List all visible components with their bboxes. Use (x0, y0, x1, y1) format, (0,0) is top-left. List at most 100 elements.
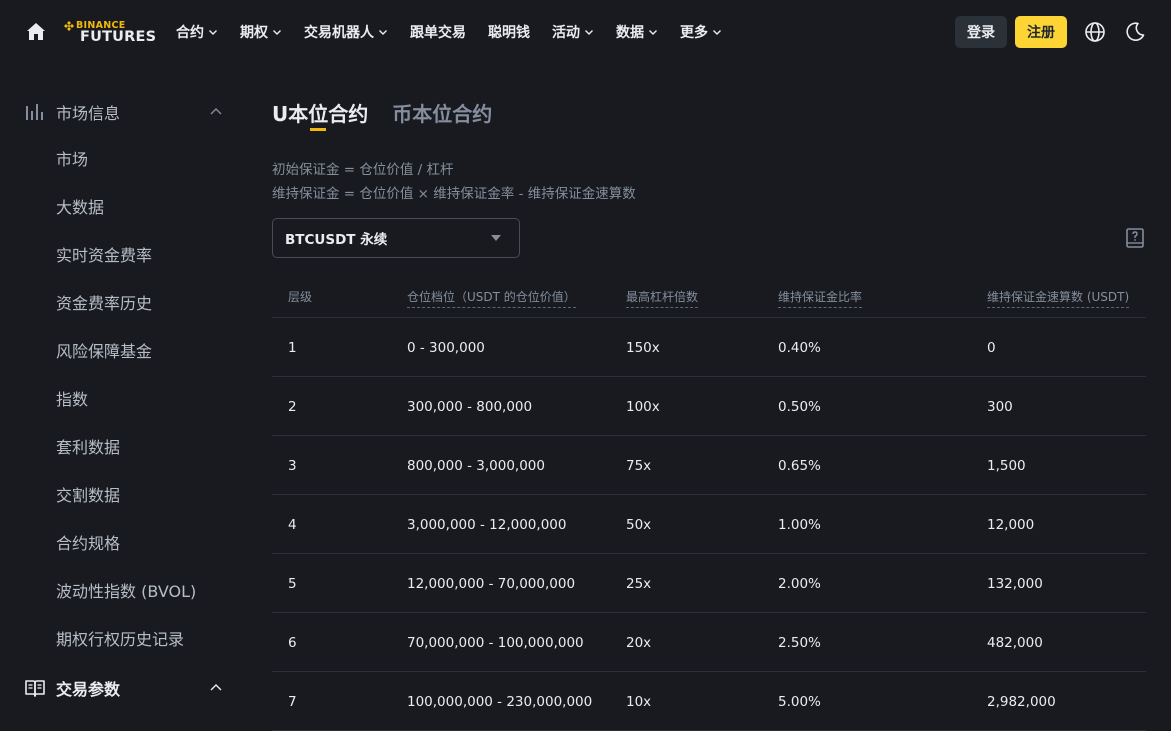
cell-position-bracket: 800,000 - 3,000,000 (407, 458, 545, 474)
book-icon (25, 680, 45, 697)
table-header: 层级 仓位档位（USDT 的仓位价值） 最高杠杆倍数 维持保证金比率 维持保证金… (272, 276, 1146, 318)
cell-tier: 4 (288, 517, 297, 533)
nav-item-data[interactable]: 数据 (616, 22, 658, 42)
nav-label: 合约 (176, 25, 204, 41)
nav-label: 交易机器人 (304, 25, 374, 41)
sidebar-item-index[interactable]: 指数 (56, 376, 88, 424)
tab-coin-margined[interactable]: 币本位合约 (392, 98, 492, 132)
nav-item-trading-bots[interactable]: 交易机器人 (304, 22, 388, 42)
cell-tier: 6 (288, 635, 297, 651)
nav-label: 跟单交易 (410, 25, 466, 41)
table-body: 1 0 - 300,000 150x 0.40% 0 2 300,000 - 800,000… (272, 318, 1146, 731)
cell-position-bracket: 0 - 300,000 (407, 340, 485, 356)
col-header-position-bracket[interactable]: 仓位档位（USDT 的仓位价值） (407, 288, 576, 308)
cell-position-bracket: 300,000 - 800,000 (407, 399, 533, 415)
initial-margin-formula: 初始保证金 = 仓位价值 / 杠杆 (272, 162, 454, 178)
sidebar-item-contract-specs[interactable]: 合约规格 (56, 520, 120, 568)
nav-item-more[interactable]: 更多 (680, 22, 722, 42)
cell-maint-margin-rate: 1.00% (778, 517, 821, 533)
nav-label: 期权 (240, 25, 268, 41)
sidebar-item-bvol[interactable]: 波动性指数 (BVOL) (56, 568, 196, 616)
cell-tier: 1 (288, 340, 297, 356)
top-header: BINANCE FUTURES 合约 期权 交易机器人 跟单交易 聪明钱 活动 … (0, 0, 1171, 64)
cell-position-bracket: 100,000,000 - 230,000,000 (407, 694, 593, 710)
cell-position-bracket: 12,000,000 - 70,000,000 (407, 576, 576, 592)
nav-item-copy-trading[interactable]: 跟单交易 (410, 22, 466, 42)
sidebar-item-insurance-fund[interactable]: 风险保障基金 (56, 328, 152, 376)
cell-max-leverage: 10x (626, 694, 652, 710)
sidebar-item-realtime-funding-rate[interactable]: 实时资金费率 (56, 232, 152, 280)
tab-usdt-margined[interactable]: U本位合约 (272, 98, 368, 132)
maintenance-margin-formula: 维持保证金 = 仓位价值 × 维持保证金率 - 维持保证金速算数 (272, 186, 636, 202)
chevron-down-icon (273, 30, 281, 35)
cell-maint-margin-rate: 2.00% (778, 576, 821, 592)
home-icon[interactable] (26, 22, 46, 42)
cell-maint-amount: 132,000 (987, 576, 1043, 592)
table-row: 2 300,000 - 800,000 100x 0.50% 300 (272, 377, 1146, 436)
table-row: 5 12,000,000 - 70,000,000 25x 2.00% 132,000 (272, 554, 1146, 613)
cell-maint-amount: 1,500 (987, 458, 1026, 474)
chevron-down-icon (649, 30, 657, 35)
sidebar-item-delivery-data[interactable]: 交割数据 (56, 472, 120, 520)
nav-item-options[interactable]: 期权 (240, 22, 282, 42)
main-nav: 合约 期权 交易机器人 跟单交易 聪明钱 活动 数据 更多 (176, 0, 744, 64)
sidebar-section-market-info[interactable]: 市场信息 (24, 88, 224, 136)
cell-max-leverage: 20x (626, 635, 652, 651)
cell-maint-amount: 2,982,000 (987, 694, 1056, 710)
table-row: 6 70,000,000 - 100,000,000 20x 2.50% 482,000 (272, 613, 1146, 672)
col-header-maint-margin-rate[interactable]: 维持保证金比率 (778, 288, 863, 308)
sidebar-section-trading-params[interactable]: 交易参数 (24, 664, 224, 712)
nav-label: 更多 (680, 25, 708, 41)
cell-max-leverage: 25x (626, 576, 652, 592)
sidebar-item-big-data[interactable]: 大数据 (56, 184, 104, 232)
logo-bottom-text: FUTURES (80, 29, 157, 45)
table-row: 3 800,000 - 3,000,000 75x 0.65% 1,500 (272, 436, 1146, 495)
sidebar-item-market[interactable]: 市场 (56, 136, 88, 184)
register-button[interactable]: 注册 (1015, 16, 1067, 48)
table-row: 4 3,000,000 - 12,000,000 50x 1.00% 12,000 (272, 495, 1146, 554)
symbol-select-value: BTCUSDT 永续 (285, 232, 388, 248)
chevron-up-icon (210, 684, 222, 691)
chevron-down-icon (713, 30, 721, 35)
cell-maint-margin-rate: 0.40% (778, 340, 821, 356)
col-header-max-leverage[interactable]: 最高杠杆倍数 (626, 288, 699, 308)
nav-label: 聪明钱 (488, 25, 530, 41)
cell-maint-amount: 12,000 (987, 517, 1035, 533)
cell-max-leverage: 100x (626, 399, 660, 415)
cell-maint-amount: 0 (987, 340, 996, 356)
cell-maint-margin-rate: 0.50% (778, 399, 821, 415)
globe-icon[interactable] (1084, 21, 1106, 43)
help-document-icon[interactable] (1124, 227, 1146, 249)
chevron-down-icon (209, 30, 217, 35)
active-tab-indicator (310, 128, 326, 131)
contract-type-tabs: U本位合约 币本位合约 (272, 98, 516, 132)
cell-maint-amount: 300 (987, 399, 1013, 415)
login-button[interactable]: 登录 (955, 16, 1007, 48)
sidebar-item-funding-rate-history[interactable]: 资金费率历史 (56, 280, 152, 328)
cell-maint-margin-rate: 0.65% (778, 458, 821, 474)
nav-label: 活动 (552, 25, 580, 41)
caret-down-icon (491, 235, 501, 241)
chevron-down-icon (585, 30, 593, 35)
cell-max-leverage: 150x (626, 340, 660, 356)
cell-maint-amount: 482,000 (987, 635, 1043, 651)
cell-tier: 5 (288, 576, 297, 592)
moon-icon[interactable] (1124, 21, 1146, 43)
sidebar-section-title: 市场信息 (56, 104, 121, 123)
sidebar-item-arbitrage-data[interactable]: 套利数据 (56, 424, 120, 472)
sidebar-section-title: 交易参数 (56, 680, 121, 699)
cell-position-bracket: 70,000,000 - 100,000,000 (407, 635, 584, 651)
cell-tier: 7 (288, 694, 297, 710)
nav-item-smart-money[interactable]: 聪明钱 (488, 22, 530, 42)
binance-futures-logo[interactable]: BINANCE FUTURES (64, 20, 157, 46)
cell-tier: 2 (288, 399, 297, 415)
leverage-margin-table: 层级 仓位档位（USDT 的仓位价值） 最高杠杆倍数 维持保证金比率 维持保证金… (272, 276, 1146, 731)
col-header-tier: 层级 (288, 290, 313, 304)
cell-maint-margin-rate: 5.00% (778, 694, 821, 710)
nav-item-activities[interactable]: 活动 (552, 22, 594, 42)
cell-position-bracket: 3,000,000 - 12,000,000 (407, 517, 567, 533)
nav-item-contracts[interactable]: 合约 (176, 22, 218, 42)
col-header-maint-amount[interactable]: 维持保证金速算数 (USDT) (987, 288, 1130, 308)
sidebar-item-exercise-history[interactable]: 期权行权历史记录 (56, 616, 184, 664)
symbol-select[interactable]: BTCUSDT 永续 (272, 218, 520, 258)
